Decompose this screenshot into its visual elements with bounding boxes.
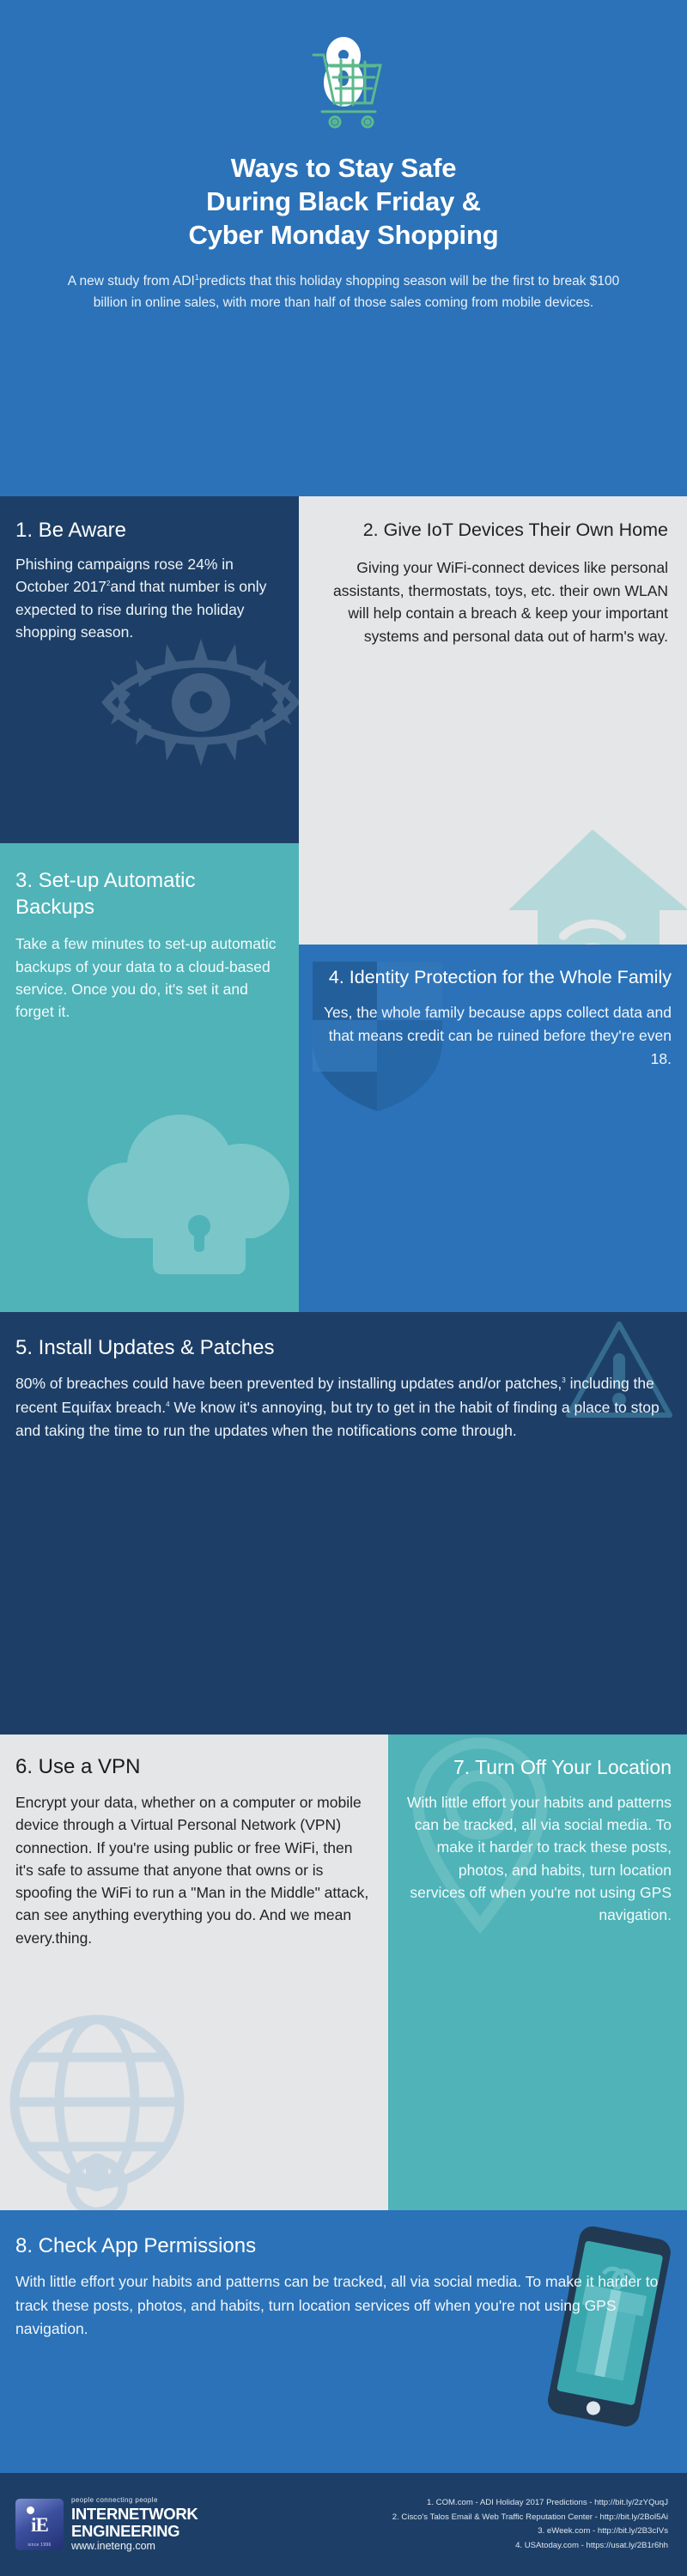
section-2-body: Giving your WiFi-connect devices like pe…	[333, 558, 668, 645]
shopping-cart-lock-icon	[36, 29, 651, 139]
section-8-body: With little effort your habits and patte…	[15, 2273, 659, 2338]
section-4-identity-protection: 4. Identity Protection for the Whole Fam…	[299, 945, 687, 1312]
eye-icon	[72, 625, 299, 780]
reference-4[interactable]: 4. USAtoday.com - https://usat.ly/2B1r6h…	[392, 2539, 668, 2554]
title-line-2: During Black Friday &	[206, 186, 481, 217]
company-name-line-1: INTERNETWORK	[71, 2505, 198, 2524]
section-4-body: Yes, the whole family because apps colle…	[323, 1004, 672, 1067]
section-6-body: Encrypt your data, whether on a computer…	[15, 1794, 369, 1947]
header-subtitle: A new study from ADI1predicts that this …	[36, 270, 651, 313]
section-1-title: 1. Be Aware	[15, 519, 126, 542]
footer: iE since 1996 people connecting people I…	[0, 2473, 687, 2576]
section-5-title: 5. Install Updates & Patches	[15, 1336, 275, 1359]
house-wifi-icon	[489, 814, 687, 945]
header-section: Ways to Stay Safe During Black Friday & …	[0, 0, 687, 496]
logo-mark-text: iE	[31, 2513, 49, 2536]
section-3-automatic-backups: 3. Set-up Automatic Backups Take a few m…	[0, 843, 299, 1312]
ie-logo-mark: iE since 1996	[15, 2499, 64, 2550]
company-tagline: people connecting people	[71, 2496, 158, 2505]
section-3-body: Take a few minutes to set-up automatic b…	[15, 935, 277, 1021]
section-4-title: 4. Identity Protection for the Whole Fam…	[328, 967, 672, 987]
section-2-title: 2. Give IoT Devices Their Own Home	[362, 519, 668, 540]
section-8-title: 8. Check App Permissions	[15, 2234, 257, 2257]
company-name-block: people connecting people INTERNETWORK EN…	[71, 2497, 198, 2551]
section-1-body: Phishing campaigns rose 24% in October 2…	[15, 553, 280, 643]
section-6-use-a-vpn: 6. Use a VPN Encrypt your data, whether …	[0, 1735, 388, 2210]
reference-1[interactable]: 1. COM.com - ADI Holiday 2017 Prediction…	[392, 2496, 668, 2511]
logo-dot	[27, 2506, 34, 2514]
title-line-3: Cyber Monday Shopping	[188, 220, 499, 251]
section-8-check-app-permissions: 8. Check App Permissions With little eff…	[0, 2210, 687, 2473]
section-3-title: 3. Set-up Automatic Backups	[15, 869, 196, 920]
smartphone-gift-icon	[538, 2226, 675, 2458]
reference-3[interactable]: 3. eWeek.com - http://bit.ly/2B3cIVs	[392, 2524, 668, 2539]
infographic-root: Ways to Stay Safe During Black Friday & …	[0, 0, 687, 2576]
section-5-body: 80% of breaches could have been prevente…	[15, 1372, 665, 1443]
globe-icon	[0, 2008, 204, 2210]
reference-2[interactable]: 2. Cisco's Talos Email & Web Traffic Rep…	[392, 2511, 668, 2525]
cloud-lock-icon	[70, 1051, 299, 1291]
references-list: 1. COM.com - ADI Holiday 2017 Prediction…	[392, 2496, 668, 2553]
section-5-install-updates: 5. Install Updates & Patches 80% of brea…	[0, 1312, 687, 1735]
section-2-iot-devices: 2. Give IoT Devices Their Own Home Givin…	[299, 496, 687, 945]
company-logo: iE since 1996 people connecting people I…	[15, 2497, 198, 2551]
section-7-title: 7. Turn Off Your Location	[453, 1756, 672, 1778]
subtitle-pre: A new study from ADI	[67, 274, 195, 289]
section-6-title: 6. Use a VPN	[15, 1755, 141, 1778]
section-5-body-pre: 80% of breaches could have been prevente…	[15, 1375, 562, 1392]
title-line-1: Ways to Stay Safe	[230, 153, 457, 183]
company-website-url[interactable]: www.ineteng.com	[71, 2541, 198, 2552]
section-7-turn-off-location: 7. Turn Off Your Location With little ef…	[388, 1735, 687, 2210]
section-7-body: With little effort your habits and patte…	[406, 1793, 672, 1924]
company-name-line-2: ENGINEERING	[71, 2521, 180, 2540]
section-1-be-aware: 1. Be Aware Phishing campaigns rose 24% …	[0, 496, 299, 843]
logo-since-text: since 1996	[27, 2543, 52, 2548]
page-title: Ways to Stay Safe During Black Friday & …	[36, 151, 651, 252]
